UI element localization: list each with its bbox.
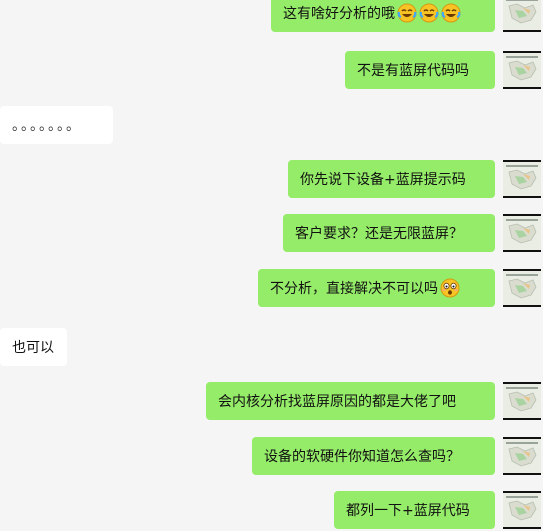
message-bubble-outgoing[interactable]: 不分析，直接解决不可以吗 (258, 269, 495, 307)
avatar[interactable] (503, 51, 541, 89)
chat-window: 这有啥好分析的哦 不是有蓝屏代码吗 。。。。。。。 你先说下设备+蓝屏提示码 客… (0, 0, 543, 531)
message-text: 也可以 (12, 340, 54, 356)
laugh-cry-emoji-icon (397, 3, 417, 23)
avatar[interactable] (503, 269, 541, 307)
shocked-emoji-icon (440, 278, 460, 298)
message-text: 你先说下设备+蓝屏提示码 (300, 172, 466, 188)
message-bubble-outgoing[interactable]: 都列一下+蓝屏代码 (334, 491, 495, 529)
message-bubble-incoming[interactable]: 。。。。。。。 (0, 106, 113, 144)
message-bubble-outgoing[interactable]: 客户要求？还是无限蓝屏？ (283, 214, 495, 252)
message-text: 都列一下+蓝屏代码 (346, 503, 470, 519)
message-bubble-incoming[interactable]: 也可以 (0, 328, 67, 366)
message-bubble-outgoing[interactable]: 设备的软硬件你知道怎么查吗？ (252, 437, 495, 475)
message-bubble-outgoing[interactable]: 这有啥好分析的哦 (271, 0, 495, 32)
message-bubble-outgoing[interactable]: 会内核分析找蓝屏原因的都是大佬了吧 (206, 382, 495, 420)
laugh-cry-emoji-icon (441, 3, 461, 23)
message-text: 会内核分析找蓝屏原因的都是大佬了吧 (218, 394, 456, 410)
message-text: 。。。。。。。 (12, 118, 82, 134)
message-text: 不是有蓝屏代码吗 (357, 63, 469, 79)
avatar[interactable] (503, 382, 541, 420)
avatar[interactable] (503, 0, 541, 32)
message-bubble-outgoing[interactable]: 你先说下设备+蓝屏提示码 (288, 160, 495, 198)
avatar[interactable] (503, 214, 541, 252)
message-text: 设备的软硬件你知道怎么查吗？ (264, 449, 460, 465)
avatar[interactable] (503, 437, 541, 475)
avatar[interactable] (503, 160, 541, 198)
avatar[interactable] (503, 491, 541, 529)
message-text: 这有啥好分析的哦 (283, 6, 395, 22)
message-text: 不分析，直接解决不可以吗 (270, 281, 438, 297)
message-text: 客户要求？还是无限蓝屏？ (295, 226, 463, 242)
laugh-cry-emoji-icon (419, 3, 439, 23)
message-bubble-outgoing[interactable]: 不是有蓝屏代码吗 (345, 51, 495, 89)
